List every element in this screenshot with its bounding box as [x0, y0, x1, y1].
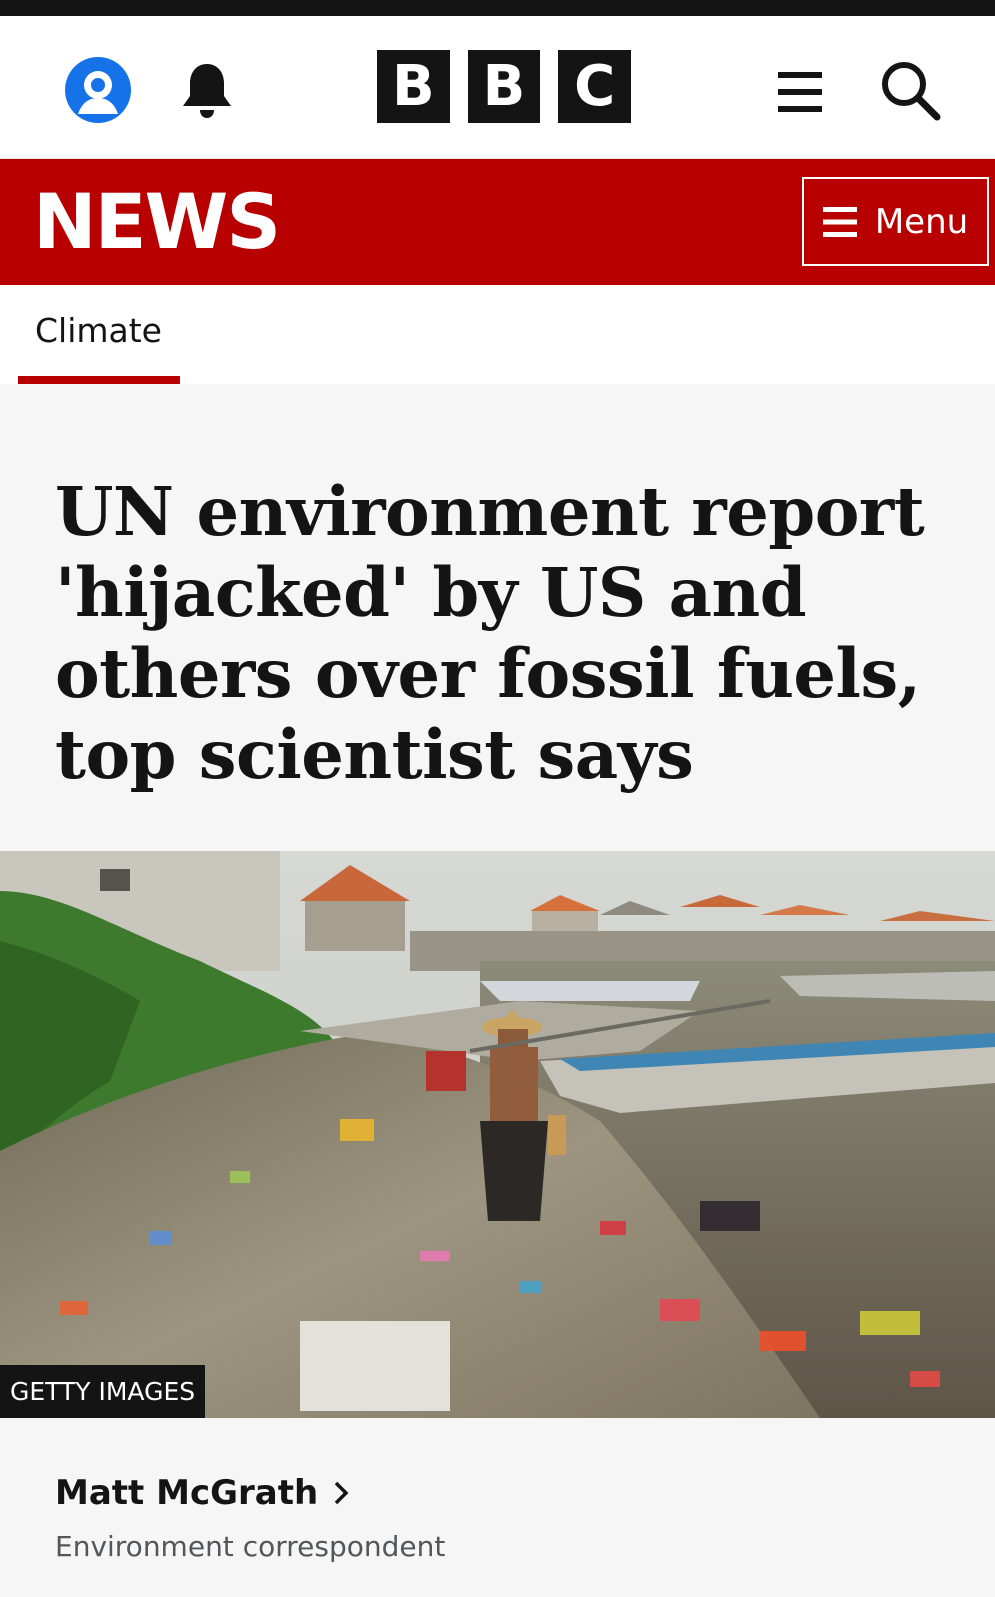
logo-letter-b2: B	[467, 50, 541, 123]
search-button[interactable]	[876, 56, 944, 124]
top-strip	[0, 0, 995, 16]
author-name: Matt McGrath	[55, 1473, 319, 1513]
news-wordmark[interactable]: NEWS	[33, 177, 281, 267]
hamburger-icon	[778, 72, 822, 112]
author-link[interactable]: Matt McGrath	[55, 1470, 955, 1516]
account-icon	[65, 57, 131, 123]
byline: Matt McGrath Environment correspondent	[55, 1470, 955, 1563]
news-menu-button[interactable]: Menu	[802, 177, 989, 266]
logo-letter-c: C	[558, 50, 632, 123]
hamburger-icon	[822, 206, 857, 237]
tab-climate-label: Climate	[35, 311, 162, 350]
tab-climate[interactable]: Climate	[18, 285, 180, 384]
active-tab-indicator	[18, 376, 180, 384]
hero-photo	[0, 851, 995, 1418]
more-menu-button[interactable]	[770, 64, 830, 120]
news-bar: NEWS Menu	[0, 159, 995, 285]
search-icon	[882, 62, 941, 121]
masthead: B B C	[0, 16, 995, 159]
menu-label: Menu	[874, 201, 969, 242]
image-credit: GETTY IMAGES	[0, 1365, 206, 1418]
author-role: Environment correspondent	[55, 1530, 446, 1563]
chevron-right-icon	[334, 1481, 349, 1505]
bell-icon	[183, 64, 231, 118]
account-button[interactable]	[62, 54, 134, 126]
hero-image: GETTY IMAGES	[0, 851, 995, 1418]
article-headline: UN environment report 'hijacked' by US a…	[55, 472, 925, 794]
notifications-button[interactable]	[174, 54, 240, 126]
section-nav: Climate	[0, 285, 995, 384]
logo-letter-b1: B	[377, 50, 450, 123]
bbc-logo[interactable]: B B C	[377, 50, 632, 124]
